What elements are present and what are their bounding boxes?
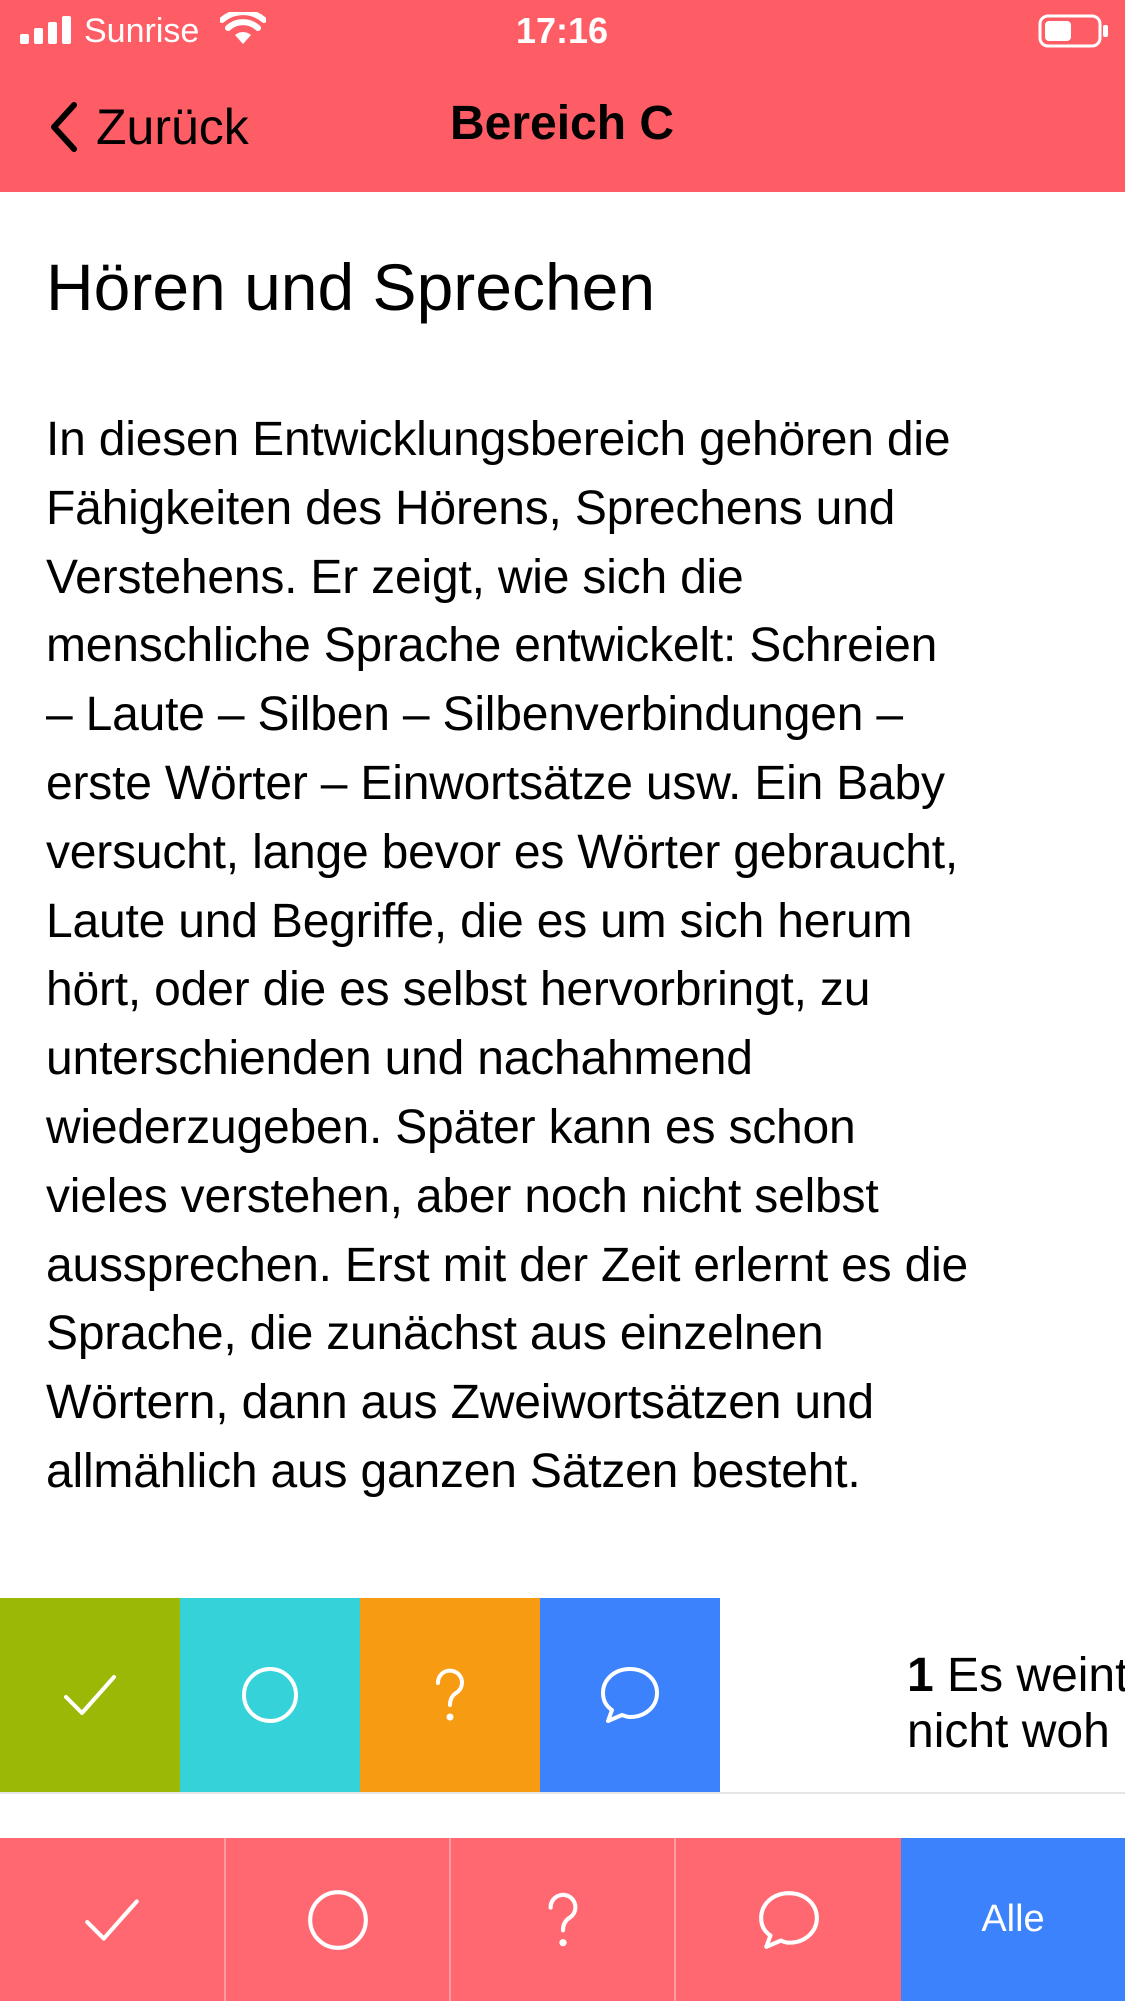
filter-open-button[interactable] [226,1838,451,2001]
description-line: hört, oder die es selbst hervorbringt, z… [46,963,871,1017]
battery-icon [1038,14,1108,48]
next-list-item[interactable] [180,1818,980,1838]
question-mark-icon [435,1668,464,1721]
item-text-line: nicht woh [907,1705,1110,1758]
description-line: vieles verstehen, aber noch nicht selbst [46,1169,879,1223]
back-button[interactable]: Zurück [44,92,249,162]
speech-bubble-icon [758,1890,819,1949]
checkmark-icon [85,1898,139,1941]
wifi-icon [220,12,266,44]
row-divider [0,1792,1125,1794]
page-title: Hören und Sprechen [46,250,656,324]
speech-bubble-icon [601,1667,659,1723]
description-line: aussprechen. Erst mit der Zeit erlernt e… [46,1238,969,1292]
description-line: wiederzugeben. Später kann es schon [46,1100,856,1154]
list-item-text: 1 Es weint nicht woh [907,1648,1125,1760]
description-line: In diesen Entwicklungsbereich gehören di… [46,413,951,466]
description-line: unterschienden und nachahmend [46,1032,753,1086]
add-comment-button[interactable] [540,1598,720,1792]
description-line: – Laute – Silben – Silbenverbindungen – [46,688,903,742]
description-line: erste Wörter – Einwortsätze usw. Ein Bab… [46,756,945,810]
mark-question-button[interactable] [360,1598,540,1792]
mark-open-button[interactable] [180,1598,360,1792]
description-line: Sprache, die zunächst aus einzelnen [46,1307,824,1361]
back-label: Zurück [96,99,249,155]
description-line: Verstehens. Er zeigt, wie sich die [46,550,744,604]
filter-toolbar: Alle [0,1838,1125,2001]
mark-done-button[interactable] [0,1598,180,1792]
description-line: Wörtern, dann aus Zweiwortsätzen und [46,1376,874,1430]
description-line: Laute und Begriffe, die es um sich herum [46,894,913,948]
status-time: 17:16 [515,10,609,51]
page-description: In diesen Entwicklungsbereich gehören di… [46,406,1106,1507]
nav-title: Bereich C [449,97,675,150]
description-line: menschliche Sprache entwickelt: Schreien [46,619,938,673]
item-text-line: Es weint [947,1649,1125,1702]
filter-done-button[interactable] [0,1838,226,2001]
list-item[interactable]: 1 Es weint nicht woh [0,1598,1125,1792]
nav-bar: Zurück Bereich C [0,62,1125,192]
carrier-name: Sunrise [84,12,200,50]
filter-all-button[interactable]: Alle [901,1838,1125,2001]
circle-icon [242,1667,298,1723]
item-number: 1 [907,1649,934,1702]
description-line: versucht, lange bevor es Wörter gebrauch… [46,825,959,879]
signal-icon [20,16,71,44]
question-mark-icon [548,1892,577,1946]
description-line: Fähigkeiten des Hörens, Sprechens und [46,481,896,535]
header: Sunrise 17:16 Zurück Bereich C [0,0,1125,192]
status-bar: Sunrise 17:16 [0,0,1125,62]
filter-question-button[interactable] [451,1838,676,2001]
description-line: allmählich aus ganzen Sätzen besteht. [46,1444,861,1498]
checkmark-icon [64,1675,116,1715]
circle-icon [307,1889,368,1950]
filter-comment-button[interactable] [676,1838,901,2001]
chevron-left-icon [51,102,77,152]
